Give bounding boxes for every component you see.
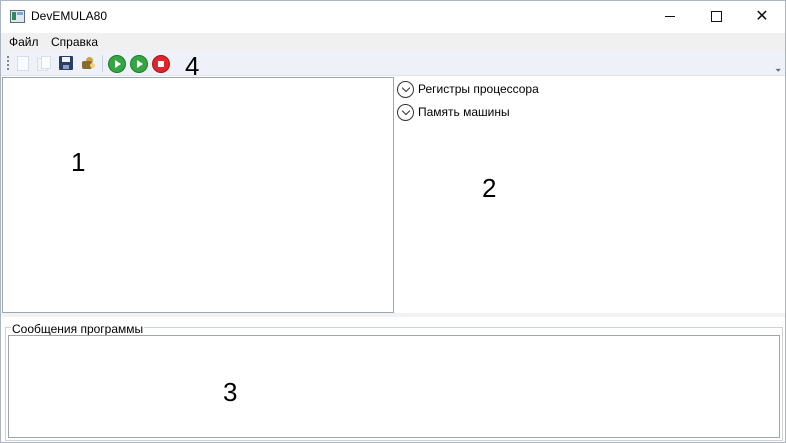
expander-registers[interactable]: Регистры процессора xyxy=(397,80,539,98)
maximize-button[interactable] xyxy=(693,1,739,31)
annotation-2: 2 xyxy=(482,173,497,203)
build-icon xyxy=(90,63,95,68)
close-button[interactable]: ✕ xyxy=(739,1,785,31)
app-icon xyxy=(10,10,25,23)
minimize-button[interactable] xyxy=(647,1,693,31)
step-button[interactable] xyxy=(130,55,148,73)
code-editor-panel[interactable] xyxy=(2,77,394,313)
toolbar-grip[interactable] xyxy=(7,56,9,70)
expander-memory-label: Память машины xyxy=(418,105,510,119)
annotation-3: 3 xyxy=(223,377,238,407)
save-button[interactable] xyxy=(58,55,74,71)
menu-help[interactable]: Справка xyxy=(51,35,98,49)
save-icon-label xyxy=(62,57,70,62)
messages-output[interactable] xyxy=(8,335,780,438)
window-title: DevEMULA80 xyxy=(31,9,108,23)
stop-button[interactable] xyxy=(152,55,170,73)
chevron-down-icon xyxy=(397,103,414,121)
right-panel: Регистры процессора Память машины xyxy=(394,77,785,313)
menu-bar: Файл Справка xyxy=(1,33,785,51)
build-button[interactable] xyxy=(81,55,97,71)
title-bar: DevEMULA80 ✕ xyxy=(1,1,785,31)
chevron-down-icon xyxy=(397,80,414,98)
expander-memory[interactable]: Память машины xyxy=(397,103,510,121)
close-icon: ✕ xyxy=(755,8,769,25)
annotation-4: 4 xyxy=(185,51,200,81)
expander-registers-label: Регистры процессора xyxy=(418,82,539,96)
messages-group: Сообщения программы xyxy=(1,318,785,442)
open-button[interactable] xyxy=(35,55,51,71)
toolbar-overflow-icon[interactable]: ⏷ xyxy=(775,67,781,75)
toolbar: ⏷ xyxy=(1,51,785,76)
messages-group-title: Сообщения программы xyxy=(11,322,145,336)
maximize-icon xyxy=(710,10,722,22)
new-document-button[interactable] xyxy=(14,55,30,71)
run-button[interactable] xyxy=(108,55,126,73)
app-window: DevEMULA80 ✕ Файл Справка ⏷ 4 1 Регистры… xyxy=(0,0,786,443)
toolbar-separator xyxy=(102,55,103,72)
new-document-icon xyxy=(17,56,29,71)
annotation-1: 1 xyxy=(71,147,86,177)
menu-file[interactable]: Файл xyxy=(9,35,39,49)
minimize-icon xyxy=(665,15,675,17)
panel-splitter[interactable] xyxy=(1,313,785,317)
save-icon-slot xyxy=(63,65,69,69)
open-icon xyxy=(41,56,51,69)
